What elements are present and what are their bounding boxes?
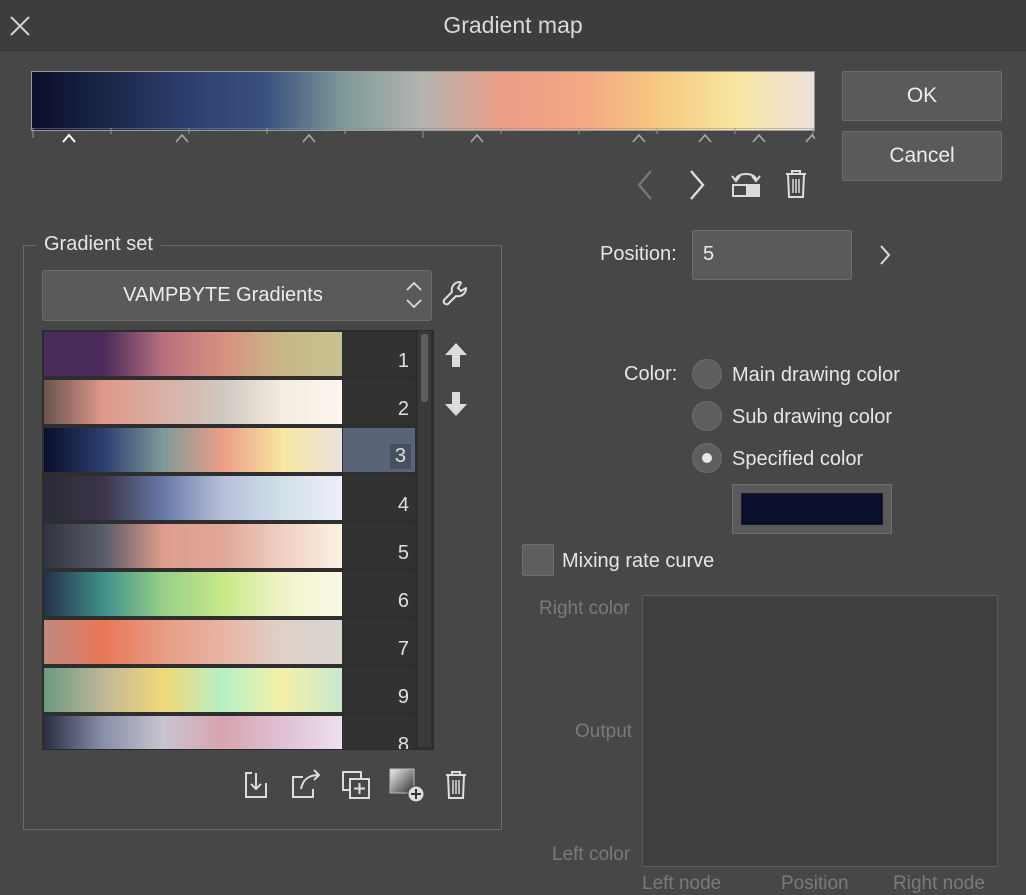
gradient-preview-bar[interactable] [31,71,815,131]
title-bar: Gradient map [0,0,1026,51]
delete-gradient-trash-icon[interactable] [443,769,469,801]
gradient-number-cell: 6 [343,572,415,616]
ok-button[interactable]: OK [842,71,1002,121]
gradient-list-item[interactable]: 2 [43,379,419,425]
curve-right-color-label: Right color [539,598,630,619]
gradient-number-cell: 7 [343,620,415,664]
gradient-set-label: Gradient set [36,233,161,256]
chevron-left-icon[interactable] [632,168,658,202]
mixing-rate-curve-checkbox[interactable] [522,544,554,576]
gradient-number: 5 [397,542,409,564]
position-value: 5 [703,243,715,265]
gradient-number: 6 [397,590,409,612]
gradient-number-cell: 5 [343,524,415,568]
gradient-swatch [44,668,342,712]
mixing-rate-curve-label: Mixing rate curve [562,550,715,572]
gradient-number: 7 [397,638,409,660]
gradient-list-item[interactable]: 6 [43,571,419,617]
specified-color-fill [741,493,883,525]
mixing-curve-graph [642,595,998,867]
gradient-list-item[interactable]: 8 [43,715,419,750]
gradient-list[interactable]: 1 2 3 4 5 6 7 9 8 [42,330,434,750]
radio-specified-color[interactable] [692,443,722,473]
gradient-swatch [44,332,342,376]
gradient-swatch [44,476,342,520]
gradient-list-item[interactable]: 1 [43,331,419,377]
sub-drawing-color-label: Sub drawing color [732,406,893,428]
gradient-list-item[interactable]: 7 [43,619,419,665]
gradient-swatch [44,428,342,472]
dialog-title: Gradient map [443,12,583,38]
gradient-swatch [44,572,342,616]
import-icon[interactable] [242,769,272,801]
gradient-swatch [44,524,342,568]
add-gradient-icon[interactable] [388,767,426,803]
curve-right-node-label: Right node [893,873,985,894]
gradient-number: 9 [397,686,409,708]
gradient-number: 1 [397,350,409,372]
reverse-gradient-icon[interactable] [730,166,762,200]
position-next-chevron-icon[interactable] [876,242,894,268]
gradient-list-item[interactable]: 9 [43,667,419,713]
gradient-number: 4 [397,494,409,516]
gradient-swatch [44,380,342,424]
gradient-number-cell: 8 [343,716,415,750]
wrench-icon[interactable] [440,278,472,310]
gradient-node-markers [62,133,815,143]
gradient-list-item[interactable]: 5 [43,523,419,569]
delete-node-trash-icon[interactable] [783,168,809,200]
specified-color-label: Specified color [732,448,864,470]
updown-chevron-icon [406,281,422,309]
scrollbar-thumb[interactable] [421,334,428,402]
gradient-list-item[interactable]: 4 [43,475,419,521]
gradient-number-cell: 3 [343,428,415,472]
color-label: Color: [624,363,678,385]
position-label: Position: [600,243,677,265]
duplicate-icon[interactable] [340,769,372,801]
gradient-set-selected: VAMPBYTE Gradients [123,284,323,306]
gradient-list-item[interactable]: 3 [43,427,419,473]
main-drawing-color-label: Main drawing color [732,364,900,386]
position-input[interactable]: 5 [692,230,852,280]
gradient-number: 3 [389,444,411,469]
cancel-button[interactable]: Cancel [842,131,1002,181]
curve-left-node-label: Left node [642,873,722,894]
radio-selected-dot [702,453,712,463]
radio-sub-drawing-color[interactable] [692,401,722,431]
gradient-number-cell: 2 [343,380,415,424]
gradient-number: 8 [397,734,409,750]
arrow-down-icon[interactable] [443,390,469,418]
curve-output-label: Output [575,721,633,742]
curve-position-label: Position [781,873,849,894]
chevron-right-icon[interactable] [684,168,710,202]
radio-main-drawing-color[interactable] [692,359,722,389]
curve-left-color-label: Left color [552,844,631,865]
gradient-set-dropdown[interactable]: VAMPBYTE Gradients [42,270,432,321]
export-icon[interactable] [289,767,323,801]
gradient-number-cell: 1 [343,332,415,376]
gradient-number-cell: 4 [343,476,415,520]
gradient-node-ruler[interactable] [31,128,815,150]
gradient-number: 2 [397,398,409,420]
gradient-number-cell: 9 [343,668,415,712]
gradient-swatch [44,620,342,664]
arrow-up-icon[interactable] [443,341,469,369]
gradient-swatch [44,716,342,749]
specified-color-swatch[interactable] [732,484,892,534]
